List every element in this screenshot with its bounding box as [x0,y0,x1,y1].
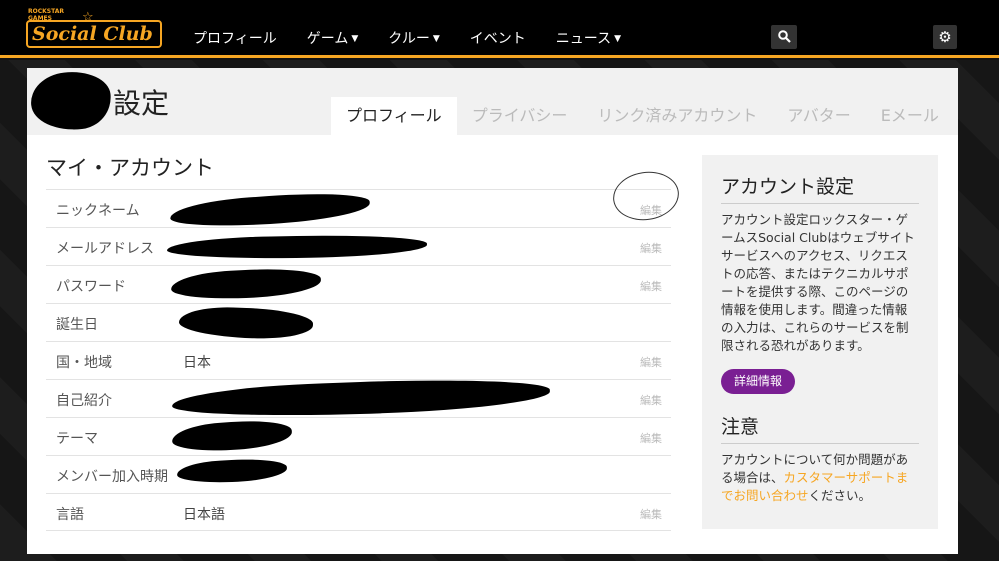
caret-down-icon: ▼ [351,34,359,44]
search-input[interactable] [797,25,917,49]
settings-header: 設定 プロフィール プライバシー リンク済みアカウント アバター Eメール [27,67,958,135]
my-account-title: マイ・アカウント [46,156,214,180]
row-member-since: メンバー加入時期 [46,455,671,493]
top-navigation-bar: ROCKSTAR GAMES ☆ Social Club プロフィール ゲーム ▼ … [0,0,999,58]
row-language: 言語 日本語 編集 [46,493,671,531]
tab-avatar[interactable]: アバター [772,97,865,135]
edit-country-link[interactable]: 編集 [640,354,662,370]
main-nav: プロフィール ゲーム ▼ クルー ▼ イベント ニュース ▼ [193,28,651,48]
row-country: 国・地域 日本 編集 [46,341,671,379]
caret-down-icon: ▼ [432,34,440,44]
settings-tabs: プロフィール プライバシー リンク済みアカウント アバター Eメール [331,97,954,135]
gear-icon[interactable]: ⚙ [933,25,957,49]
edit-email-link[interactable]: 編集 [640,240,662,256]
tab-privacy[interactable]: プライバシー [457,97,583,135]
tab-linked-accounts[interactable]: リンク済みアカウント [582,97,772,135]
nav-item-crews[interactable]: クルー ▼ [388,28,440,48]
tab-email[interactable]: Eメール [866,97,954,135]
caret-down-icon: ▼ [614,34,621,44]
account-settings-heading: アカウント設定 [721,172,919,204]
edit-theme-link[interactable]: 編集 [640,430,662,446]
account-settings-sidebar: アカウント設定 アカウント設定ロックスター・ゲームスSocial Clubはウェ… [702,155,938,529]
row-password: パスワード 編集 [46,265,671,303]
search-icon[interactable] [771,25,797,49]
row-theme: テーマ 編集 [46,417,671,455]
edit-password-link[interactable]: 編集 [640,278,662,294]
account-settings-description: アカウント設定ロックスター・ゲームスSocial Clubはウェブサイトサービス… [721,212,915,353]
notice-text: アカウントについて何か問題がある場合は、カスタマーサポートまでお問い合わせくださ… [721,452,909,503]
redaction-scribble [28,67,114,135]
nav-item-news[interactable]: ニュース ▼ [556,28,621,48]
page-title: 設定 [113,87,170,120]
logo-text: Social Club [26,20,162,48]
tab-profile[interactable]: プロフィール [331,97,457,135]
edit-about-link[interactable]: 編集 [640,392,662,408]
settings-panel: 設定 プロフィール プライバシー リンク済みアカウント アバター Eメール マイ… [27,67,958,554]
nav-item-events[interactable]: イベント [470,28,526,48]
edit-language-link[interactable]: 編集 [640,506,662,522]
row-birthday: 誕生日 [46,303,671,341]
nav-item-games[interactable]: ゲーム ▼ [307,28,359,48]
more-info-button[interactable]: 詳細情報 [721,369,796,394]
nav-item-profile[interactable]: プロフィール [193,28,277,48]
notice-heading: 注意 [721,412,919,444]
social-club-logo[interactable]: ROCKSTAR GAMES ☆ Social Club [26,8,164,50]
